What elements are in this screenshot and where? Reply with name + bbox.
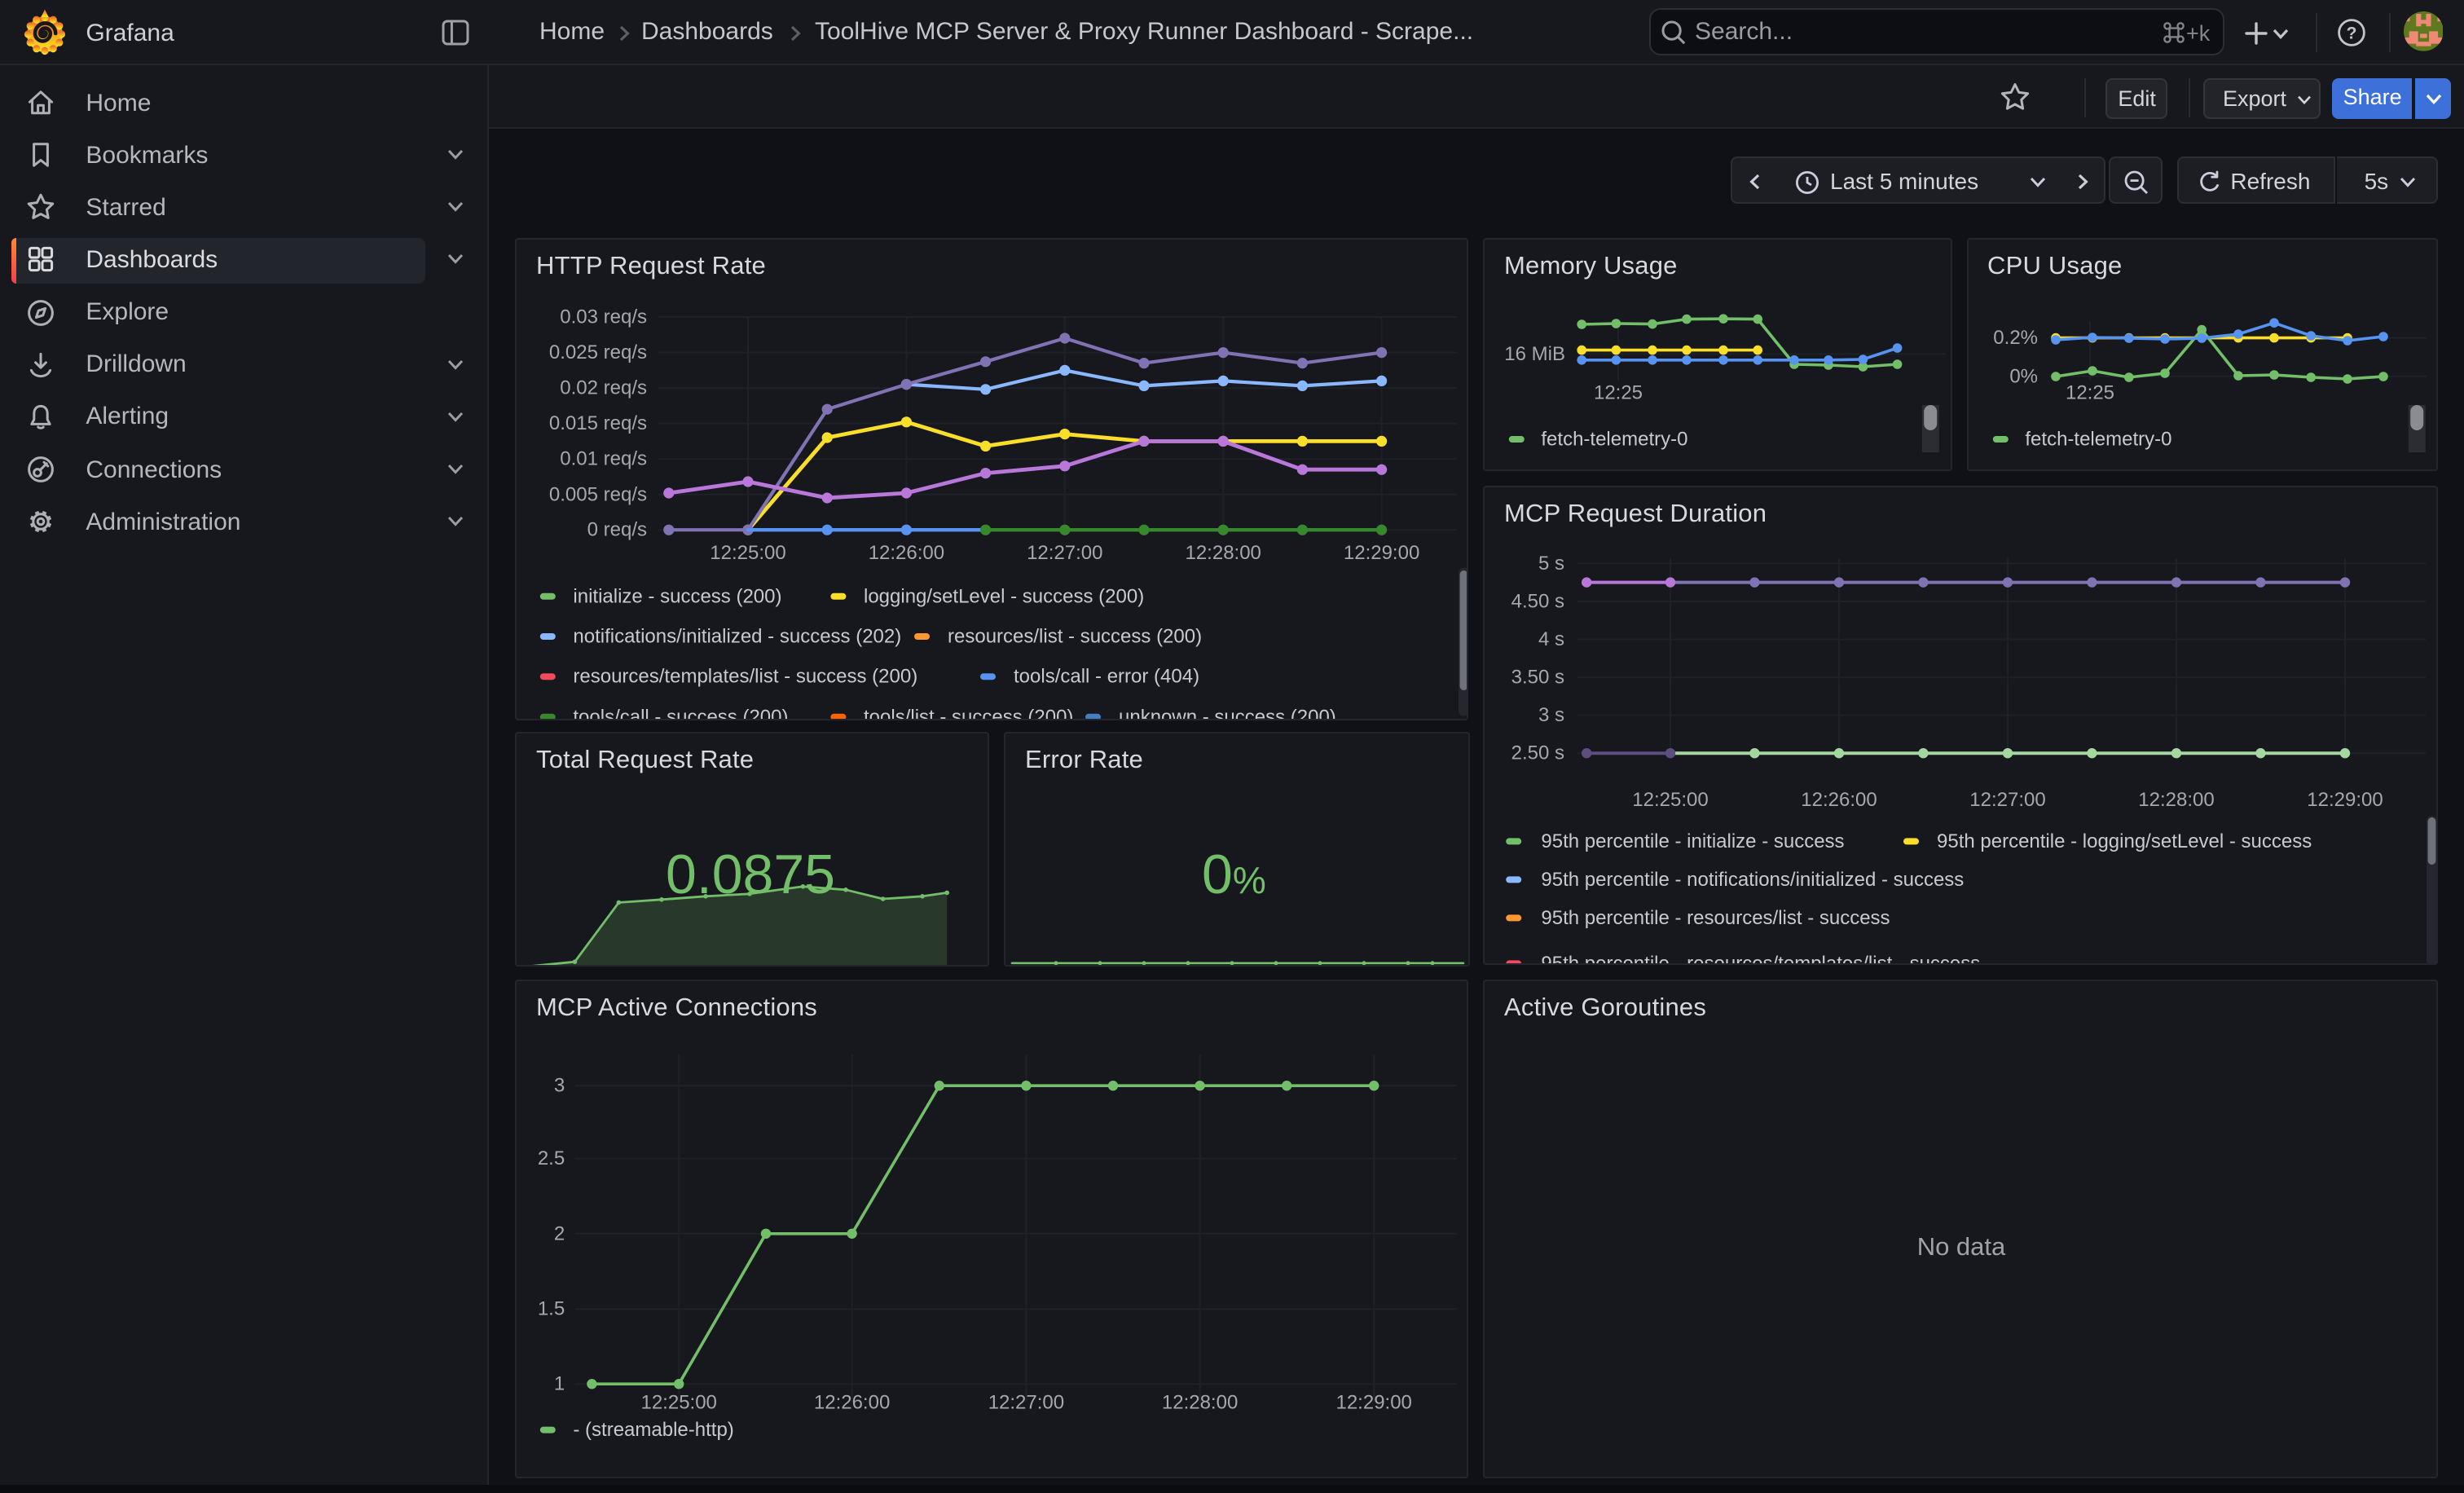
svg-text:12:25:00: 12:25:00 (640, 1391, 716, 1413)
svg-text:12:25:00: 12:25:00 (710, 541, 785, 563)
svg-text:12:25:00: 12:25:00 (1632, 789, 1708, 811)
svg-text:0.015 req/s: 0.015 req/s (549, 412, 647, 434)
svg-text:12:26:00: 12:26:00 (814, 1391, 890, 1413)
svg-text:5 s: 5 s (1538, 553, 1564, 575)
svg-text:95th percentile - resources/li: 95th percentile - resources/list - succe… (1541, 907, 1890, 929)
svg-text:unknown - success (200): unknown - success (200) (1119, 705, 1336, 720)
svg-text:12:28:00: 12:28:00 (1185, 541, 1261, 563)
svg-text:12:27:00: 12:27:00 (988, 1391, 1064, 1413)
svg-text:95th percentile - notification: 95th percentile - notifications/initiali… (1541, 869, 1964, 891)
svg-text:4.50 s: 4.50 s (1511, 591, 1564, 613)
svg-text:12:25: 12:25 (2065, 381, 2114, 403)
svg-text:logging/setLevel - success (20: logging/setLevel - success (200) (864, 584, 1144, 606)
svg-text:3 s: 3 s (1538, 705, 1564, 727)
svg-text:12:27:00: 12:27:00 (1027, 541, 1102, 563)
svg-text:0.03 req/s: 0.03 req/s (560, 306, 647, 328)
svg-text:12:28:00: 12:28:00 (2138, 789, 2214, 811)
svg-text:12:26:00: 12:26:00 (869, 541, 944, 563)
svg-text:12:29:00: 12:29:00 (1344, 541, 1419, 563)
svg-text:0.01 req/s: 0.01 req/s (560, 447, 647, 469)
svg-text:3: 3 (554, 1074, 565, 1096)
svg-text:initialize - success (200): initialize - success (200) (573, 584, 781, 606)
svg-text:resources/templates/list - suc: resources/templates/list - success (200) (573, 665, 917, 687)
svg-text:12:28:00: 12:28:00 (1162, 1391, 1238, 1413)
svg-text:tools/call - error (404): tools/call - error (404) (1014, 665, 1199, 687)
svg-text:0%: 0% (2009, 364, 2037, 386)
svg-text:fetch-telemetry-0: fetch-telemetry-0 (2024, 428, 2171, 450)
svg-text:2.50 s: 2.50 s (1511, 742, 1564, 764)
svg-text:notifications/initialized - su: notifications/initialized - success (202… (573, 625, 901, 647)
svg-text:1: 1 (554, 1372, 565, 1394)
svg-text:0.005 req/s: 0.005 req/s (549, 482, 647, 504)
svg-text:?: ? (2347, 24, 2357, 43)
svg-text:95th percentile - initialize -: 95th percentile - initialize - success (1541, 830, 1844, 852)
svg-text:0.025 req/s: 0.025 req/s (549, 341, 647, 363)
svg-text:tools/call - success (200): tools/call - success (200) (573, 705, 788, 720)
svg-text:3.50 s: 3.50 s (1511, 667, 1564, 689)
svg-text:2: 2 (554, 1222, 565, 1244)
svg-text:0.2%: 0.2% (1992, 326, 2037, 348)
svg-text:12:29:00: 12:29:00 (1335, 1391, 1411, 1413)
svg-text:- (streamable-http): - (streamable-http) (573, 1419, 733, 1441)
svg-text:12:25: 12:25 (1594, 381, 1643, 403)
svg-text:0 req/s: 0 req/s (587, 518, 647, 540)
svg-text:fetch-telemetry-0: fetch-telemetry-0 (1541, 428, 1687, 450)
svg-text:4 s: 4 s (1538, 629, 1564, 651)
svg-text:95th percentile - logging/setL: 95th percentile - logging/setLevel - suc… (1937, 830, 2312, 852)
svg-text:16 MiB: 16 MiB (1504, 342, 1565, 364)
svg-text:resources/list - success (200): resources/list - success (200) (948, 625, 1202, 647)
svg-text:1.5: 1.5 (538, 1297, 565, 1319)
svg-text:12:27:00: 12:27:00 (1969, 789, 2045, 811)
svg-text:tools/list - success (200): tools/list - success (200) (864, 705, 1073, 720)
svg-text:0.02 req/s: 0.02 req/s (560, 377, 647, 399)
svg-text:12:26:00: 12:26:00 (1801, 789, 1877, 811)
svg-text:95th percentile - resources/te: 95th percentile - resources/templates/li… (1541, 953, 1980, 965)
svg-text:12:29:00: 12:29:00 (2307, 789, 2383, 811)
svg-text:2.5: 2.5 (538, 1147, 565, 1169)
